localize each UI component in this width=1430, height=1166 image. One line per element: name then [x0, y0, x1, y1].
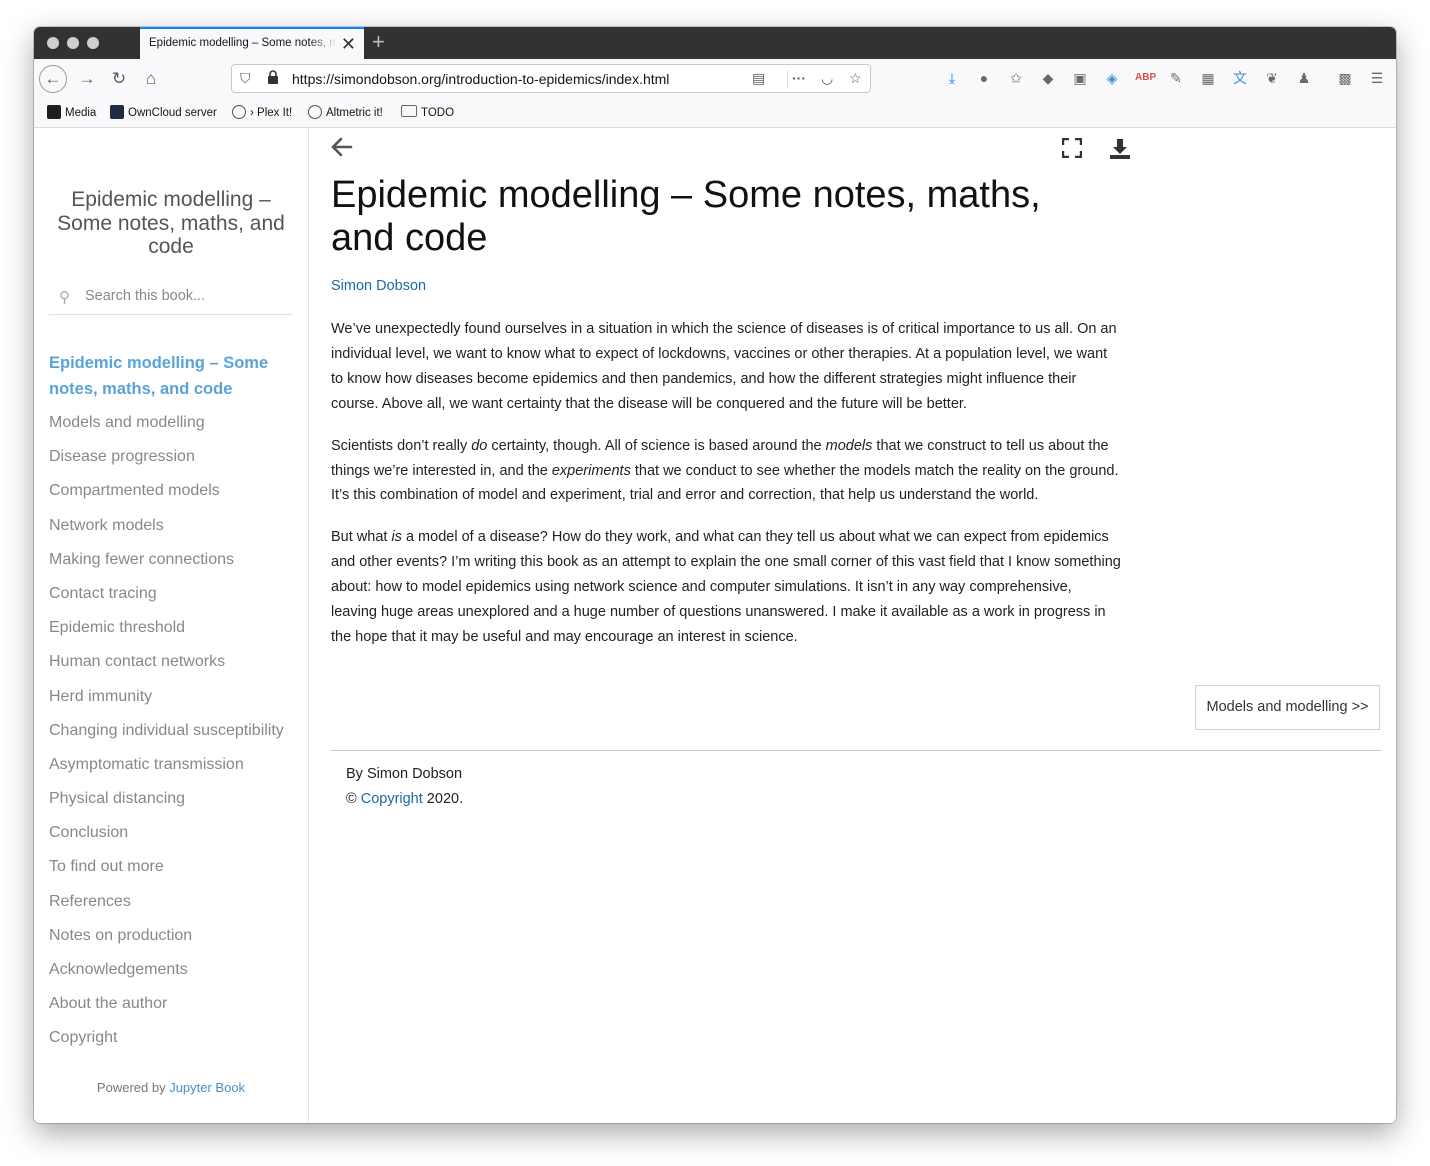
tab-active[interactable]: Epidemic modelling – Some notes, maths, … [140, 27, 364, 59]
bookmark-plex[interactable]: › Plex It! [232, 105, 292, 119]
table-of-contents: Epidemic modelling – Some notes, maths, … [49, 350, 307, 1060]
folder-icon [401, 105, 417, 117]
adblock-icon[interactable]: ABP [1135, 69, 1156, 87]
toc-item-notes-on-production[interactable]: Notes on production [49, 923, 307, 949]
bookmark-owncloud[interactable]: OwnCloud server [110, 105, 217, 119]
footer: By Simon Dobson © Copyright 2020. [346, 762, 463, 812]
footer-author: By Simon Dobson [346, 766, 463, 782]
scroll-icon[interactable]: ❦ [1263, 69, 1281, 87]
media-icon [47, 105, 61, 119]
toc-item-models-and-modelling[interactable]: Models and modelling [49, 410, 307, 436]
search-box[interactable]: ⚲ [49, 283, 293, 315]
toc-item-making-fewer-connections[interactable]: Making fewer connections [49, 547, 307, 573]
extension-star-icon[interactable]: ✩ [1007, 69, 1025, 87]
footer-copyright: © Copyright 2020. [346, 791, 464, 807]
translate-icon[interactable]: 文 [1231, 69, 1249, 87]
pocket-icon[interactable]: ◡ [821, 70, 833, 87]
downloads-icon[interactable]: ⤓ [943, 69, 961, 87]
page-content: Epidemic modelling – Some notes, maths, … [34, 128, 1396, 1123]
globe-icon [308, 105, 322, 119]
new-tab-button[interactable]: + [372, 29, 385, 55]
download-icon[interactable] [1109, 138, 1131, 166]
toc-item-to-find-out-more[interactable]: To find out more [49, 854, 307, 880]
url-text: https://simondobson.org/introduction-to-… [292, 71, 670, 87]
forward-button[interactable]: → [73, 65, 101, 93]
alert-icon[interactable]: ♟ [1295, 69, 1313, 87]
author-link[interactable]: Simon Dobson [331, 278, 426, 294]
toc-item-human-contact-networks[interactable]: Human contact networks [49, 649, 307, 675]
toc-item-conclusion[interactable]: Conclusion [49, 820, 307, 846]
back-button[interactable]: ← [39, 65, 67, 93]
home-button[interactable]: ⌂ [137, 65, 165, 93]
maximize-window-button[interactable] [87, 37, 99, 49]
paragraph: But what is a model of a disease? How do… [331, 529, 1121, 645]
reader-view-icon[interactable]: ▤ [752, 70, 765, 87]
fullscreen-icon[interactable] [1061, 137, 1083, 164]
extension-avatar-icon[interactable]: ● [975, 69, 993, 87]
book-title: Epidemic modelling – Some notes, maths, … [57, 188, 285, 258]
extension-dots-icon[interactable]: ▣ [1071, 69, 1089, 87]
toc-item-copyright[interactable]: Copyright [49, 1025, 307, 1051]
search-input[interactable] [83, 287, 287, 305]
toc-item-network-models[interactable]: Network models [49, 513, 307, 539]
toc-item-about-the-author[interactable]: About the author [49, 991, 307, 1017]
toc-item-references[interactable]: References [49, 889, 307, 915]
lock-icon[interactable] [267, 70, 279, 87]
toc-item-asymptomatic-transmission[interactable]: Asymptomatic transmission [49, 752, 307, 778]
main-content: Epidemic modelling – Some notes, maths, … [331, 128, 1381, 1123]
footer-divider [331, 750, 1381, 751]
sidebar: Epidemic modelling – Some notes, maths, … [34, 128, 309, 1123]
next-page-button[interactable]: Models and modelling >> [1195, 685, 1380, 730]
toc-item-compartmented-models[interactable]: Compartmented models [49, 478, 307, 504]
article-body: We’ve unexpectedly found ourselves in a … [331, 317, 1121, 667]
grid-extension-icon[interactable]: ▦ [1199, 69, 1217, 87]
close-icon[interactable]: ✕ [341, 32, 356, 56]
bookmarks-toolbar: Media OwnCloud server › Plex It! Altmetr… [34, 99, 1396, 128]
extension-badge-icon[interactable]: ◈ [1103, 69, 1121, 87]
toc-item-contact-tracing[interactable]: Contact tracing [49, 581, 307, 607]
back-arrow-icon[interactable] [331, 136, 353, 165]
minimize-window-button[interactable] [67, 37, 79, 49]
globe-icon [232, 105, 246, 119]
copyright-link[interactable]: Copyright [361, 791, 423, 807]
toc-item-physical-distancing[interactable]: Physical distancing [49, 786, 307, 812]
close-window-button[interactable] [47, 37, 59, 49]
toc-item-changing-susceptibility[interactable]: Changing individual susceptibility [49, 718, 307, 744]
toc-item-herd-immunity[interactable]: Herd immunity [49, 684, 307, 710]
tab-title: Epidemic modelling – Some notes, maths, … [149, 37, 337, 49]
extensions-icon[interactable]: ▩ [1336, 69, 1354, 87]
bookmark-star-icon[interactable]: ☆ [849, 70, 862, 87]
address-bar[interactable]: ⛉ https://simondobson.org/introduction-t… [231, 64, 871, 93]
reload-button[interactable]: ↻ [105, 65, 133, 93]
hamburger-menu-icon[interactable]: ☰ [1368, 69, 1386, 87]
toc-item-epidemic-threshold[interactable]: Epidemic threshold [49, 615, 307, 641]
jupyter-book-link[interactable]: Jupyter Book [169, 1080, 245, 1095]
toc-item-disease-progression[interactable]: Disease progression [49, 444, 307, 470]
owncloud-icon [110, 105, 124, 119]
bookmark-todo[interactable]: TODO [401, 105, 454, 119]
paragraph: We’ve unexpectedly found ourselves in a … [331, 321, 1117, 412]
page-title: Epidemic modelling – Some notes, maths, … [331, 174, 1041, 259]
powered-by: Powered by Jupyter Book [96, 1080, 246, 1095]
toc-item-introduction[interactable]: Epidemic modelling – Some notes, maths, … [49, 350, 307, 402]
browser-window: Epidemic modelling – Some notes, maths, … [34, 27, 1396, 1123]
navigation-toolbar: ← → ↻ ⌂ ⛉ https://simondobson.org/introd… [34, 59, 1396, 99]
bookmark-media[interactable]: Media [47, 105, 96, 119]
paragraph: Scientists don’t really do certainty, th… [331, 437, 1119, 504]
pen-icon[interactable]: ✎ [1167, 69, 1185, 87]
shield-icon[interactable]: ⛉ [240, 70, 251, 87]
tab-strip: Epidemic modelling – Some notes, maths, … [34, 27, 1396, 59]
search-icon: ⚲ [59, 289, 70, 306]
toc-item-acknowledgements[interactable]: Acknowledgements [49, 957, 307, 983]
page-actions-icon[interactable]: ··· [792, 70, 806, 86]
evernote-icon[interactable]: ◆ [1039, 69, 1057, 87]
bookmark-altmetric[interactable]: Altmetric it! [308, 105, 383, 119]
